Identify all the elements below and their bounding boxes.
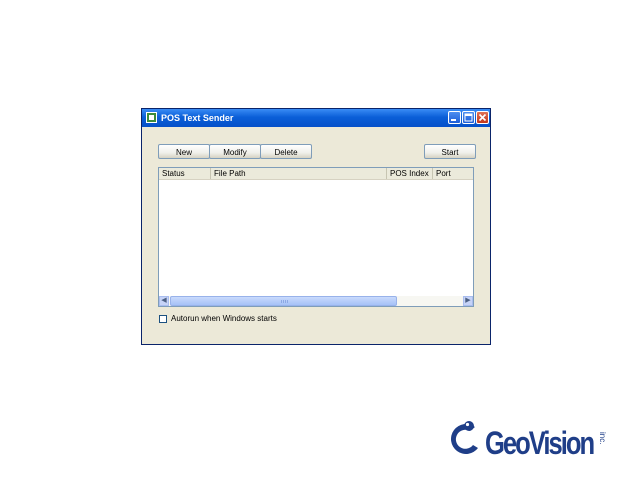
horizontal-scrollbar[interactable]: ◀ ▶ — [159, 296, 473, 306]
column-header-pos-index[interactable]: POS Index — [387, 168, 433, 179]
modify-button[interactable]: Modify — [209, 144, 261, 159]
list-header: Status File Path POS Index Port — [159, 168, 473, 180]
scroll-left-button[interactable]: ◀ — [159, 296, 169, 306]
logo-wordmark: GeoVision — [485, 425, 595, 461]
column-header-port[interactable]: Port — [433, 168, 473, 179]
minimize-button[interactable] — [448, 111, 461, 124]
column-header-file-path[interactable]: File Path — [211, 168, 387, 179]
maximize-icon — [464, 113, 473, 122]
app-icon — [146, 112, 157, 123]
scrollbar-thumb[interactable] — [170, 296, 397, 306]
start-button[interactable]: Start — [424, 144, 476, 159]
chevron-right-icon: ▶ — [465, 297, 471, 304]
geovision-logo: GeoVision inc. — [447, 418, 617, 466]
new-button[interactable]: New — [158, 144, 210, 159]
chevron-left-icon: ◀ — [161, 297, 167, 304]
pos-list-view[interactable]: Status File Path POS Index Port ◀ ▶ — [158, 167, 474, 307]
close-icon — [478, 113, 487, 122]
maximize-button[interactable] — [462, 111, 475, 124]
autorun-label: Autorun when Windows starts — [171, 314, 277, 323]
close-button[interactable] — [476, 111, 489, 124]
logo-inc: inc. — [598, 432, 607, 445]
title-bar[interactable]: POS Text Sender — [142, 109, 490, 127]
pos-text-sender-window: POS Text Sender New Modify Delete Start … — [141, 108, 491, 345]
scroll-right-button[interactable]: ▶ — [463, 296, 473, 306]
delete-button[interactable]: Delete — [260, 144, 312, 159]
column-header-status[interactable]: Status — [159, 168, 211, 179]
minimize-icon — [451, 119, 456, 121]
autorun-checkbox[interactable] — [159, 315, 167, 323]
window-title: POS Text Sender — [161, 113, 234, 123]
geovision-logo-icon — [451, 421, 478, 454]
